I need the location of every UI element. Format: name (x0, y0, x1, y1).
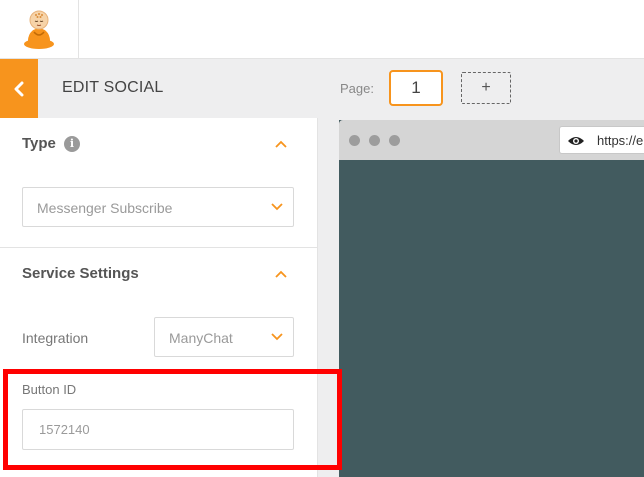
chevron-up-icon[interactable] (274, 269, 288, 279)
window-dot (389, 135, 400, 146)
type-section-title: Type (22, 135, 56, 152)
top-bar (0, 0, 644, 59)
monk-logo-icon (24, 10, 54, 49)
window-dot (349, 135, 360, 146)
window-dot (369, 135, 380, 146)
service-settings-title: Service Settings (22, 265, 139, 282)
url-bar[interactable]: https://e (559, 126, 644, 154)
chevron-down-icon (271, 333, 283, 341)
edit-panel: EDIT SOCIAL Type i Messenger Subscribe S… (0, 59, 318, 477)
plus-icon: + (481, 79, 491, 96)
page-label: Page: (340, 81, 374, 96)
browser-preview: https://e (339, 120, 644, 477)
page-number-button[interactable]: 1 (389, 70, 443, 106)
button-id-input[interactable]: 1572140 (22, 409, 294, 450)
integration-select-value: ManyChat (169, 330, 233, 346)
panel-title: EDIT SOCIAL (62, 79, 164, 96)
browser-toolbar: https://e (339, 120, 644, 160)
add-page-button[interactable]: + (461, 72, 511, 104)
back-button[interactable] (0, 59, 38, 118)
integration-select[interactable]: ManyChat (154, 317, 294, 357)
chevron-down-icon (271, 203, 283, 211)
section-divider (0, 247, 318, 248)
logo[interactable] (0, 0, 79, 59)
chevron-up-icon[interactable] (274, 139, 288, 149)
type-select-value: Messenger Subscribe (37, 200, 173, 216)
url-text: https://e (597, 133, 644, 148)
button-id-label: Button ID (22, 382, 77, 397)
info-icon[interactable]: i (64, 136, 80, 152)
panel-header: EDIT SOCIAL (0, 59, 318, 118)
integration-label: Integration (22, 330, 89, 346)
chevron-left-icon (14, 81, 24, 96)
eye-icon[interactable] (567, 135, 585, 147)
type-select[interactable]: Messenger Subscribe (22, 187, 294, 227)
preview-area: Page: 1 + https://e (318, 59, 644, 477)
